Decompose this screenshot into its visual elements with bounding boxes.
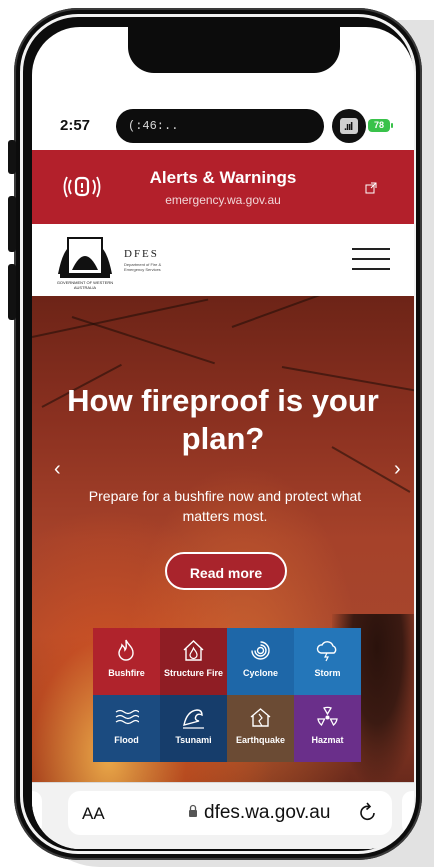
phone-notch: [128, 27, 340, 73]
hazmat-icon: [317, 706, 338, 727]
next-tab-pill[interactable]: [402, 791, 414, 835]
hazard-tile-cyclone[interactable]: Cyclone: [227, 628, 294, 695]
flame-icon: [118, 639, 134, 661]
hazard-label: Structure Fire: [163, 668, 223, 678]
cyclone-icon: [251, 641, 270, 660]
hazard-tile-storm[interactable]: Storm: [294, 628, 361, 695]
hazard-label: Flood: [114, 735, 139, 745]
hazard-label: Hazmat: [311, 735, 344, 745]
hazard-tile-structure-fire[interactable]: Structure Fire: [160, 628, 227, 695]
hazard-tile-tsunami[interactable]: Tsunami: [160, 695, 227, 762]
hamburger-menu-icon[interactable]: [352, 248, 390, 272]
alerts-title: Alerts & Warnings: [149, 168, 297, 187]
alerts-url: emergency.wa.gov.au: [165, 193, 281, 207]
hazard-tile-hazmat[interactable]: Hazmat: [294, 695, 361, 762]
dfes-logo-subtitle: Department of Fire & Emergency Services: [124, 262, 162, 272]
read-more-button[interactable]: Read more: [165, 552, 287, 590]
earthquake-house-icon: [250, 708, 271, 727]
crest-label: GOVERNMENT OF WESTERN AUSTRALIA: [56, 280, 114, 290]
storm-cloud-icon: [316, 641, 337, 662]
hazard-label: Earthquake: [235, 735, 286, 745]
house-fire-icon: [183, 640, 204, 661]
lock-icon: [189, 804, 197, 817]
hero-title: How fireproof is your plan?: [67, 383, 379, 456]
hazard-tile-bushfire[interactable]: Bushfire: [93, 628, 160, 695]
external-link-icon: [365, 182, 377, 194]
site-header: GOVERNMENT OF WESTERN AUSTRALIA DFES Dep…: [32, 224, 414, 296]
hazard-tile-flood[interactable]: Flood: [93, 695, 160, 762]
dfes-logo-text[interactable]: DFES: [124, 248, 159, 260]
alerts-warnings-banner[interactable]: Alerts & Warnings emergency.wa.gov.au: [32, 150, 414, 224]
hero-subtitle: Prepare for a bushfire now and protect w…: [88, 488, 362, 524]
previous-tab-pill[interactable]: [32, 791, 42, 835]
hazard-tile-earthquake[interactable]: Earthquake: [227, 695, 294, 762]
phone-volume-down-button: [8, 264, 16, 320]
tsunami-wave-icon: [183, 709, 204, 729]
hazard-grid: Bushfire Structure Fire Cyclone Storm Fl…: [93, 628, 361, 762]
phone-volume-up-button: [8, 196, 16, 252]
hazard-label: Cyclone: [242, 668, 278, 678]
hazard-label: Storm: [314, 668, 341, 678]
phone-side-button: [8, 140, 16, 174]
reload-icon[interactable]: [358, 801, 378, 823]
hazard-label: Bushfire: [108, 668, 145, 678]
safari-address-bar: AA dfes.wa.gov.au: [32, 782, 414, 849]
text-size-button[interactable]: AA: [82, 804, 105, 824]
flood-waves-icon: [115, 709, 139, 725]
carousel-prev-arrow[interactable]: ‹: [54, 458, 61, 481]
url-field[interactable]: AA dfes.wa.gov.au: [68, 791, 392, 835]
url-text: dfes.wa.gov.au: [204, 802, 331, 823]
hazard-label: Tsunami: [175, 735, 212, 745]
carousel-next-arrow[interactable]: ›: [394, 458, 401, 481]
